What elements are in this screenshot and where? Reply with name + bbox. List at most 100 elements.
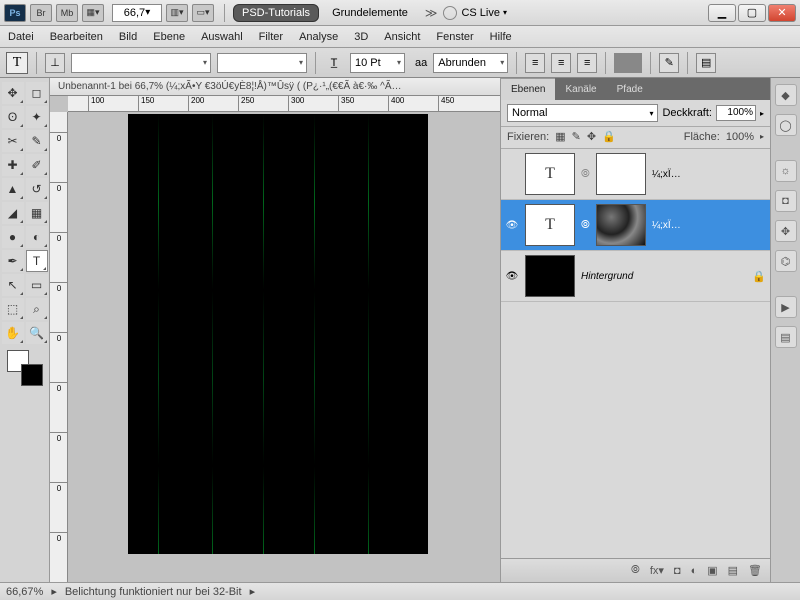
menu-bearbeiten[interactable]: Bearbeiten xyxy=(50,31,103,43)
opacity-input[interactable]: 100% xyxy=(716,105,756,121)
adjustment-layer-icon[interactable]: ◐ xyxy=(691,565,698,577)
layer-name[interactable]: ¼;xÏ… xyxy=(652,169,681,180)
character-panel-button[interactable]: ▤ xyxy=(696,53,716,73)
link-layers-icon[interactable]: ⦾ xyxy=(631,564,640,577)
history-brush-tool[interactable]: ↺ xyxy=(26,178,48,200)
menu-analyse[interactable]: Analyse xyxy=(299,31,338,43)
fill-input[interactable]: 100% xyxy=(726,131,754,143)
document-image[interactable] xyxy=(128,114,428,554)
menu-datei[interactable]: Datei xyxy=(8,31,34,43)
blend-mode-dropdown[interactable]: Normal xyxy=(507,104,658,122)
align-center-button[interactable]: ≡ xyxy=(551,53,571,73)
bridge-button[interactable]: Br xyxy=(30,4,52,22)
tab-pfade[interactable]: Pfade xyxy=(607,78,653,100)
antialias-dropdown[interactable]: Abrunden xyxy=(433,53,508,73)
color-swatches[interactable] xyxy=(7,350,43,386)
visibility-toggle[interactable]: 👁 xyxy=(505,269,519,283)
lock-paint-icon[interactable]: ✎ xyxy=(572,130,581,143)
fill-flyout-icon[interactable]: ▸ xyxy=(760,132,764,141)
brush-tool[interactable]: ✐ xyxy=(26,154,48,176)
menu-bild[interactable]: Bild xyxy=(119,31,137,43)
move-tool[interactable]: ✥ xyxy=(2,82,24,104)
dock-color-icon[interactable]: ◆ xyxy=(775,84,797,106)
path-select-tool[interactable]: ↖ xyxy=(2,274,24,296)
dock-actions-icon[interactable]: ▤ xyxy=(775,326,797,348)
wand-tool[interactable]: ✦ xyxy=(26,106,48,128)
menu-auswahl[interactable]: Auswahl xyxy=(201,31,243,43)
workspace-grundelemente[interactable]: Grundelemente xyxy=(323,4,417,22)
lock-all-icon[interactable]: 🔒 xyxy=(602,130,616,143)
shape-tool[interactable]: ▭ xyxy=(26,274,48,296)
screen-mode-button[interactable]: ▦▾ xyxy=(82,4,104,22)
font-family-dropdown[interactable] xyxy=(71,53,211,73)
layer-mask-thumb[interactable] xyxy=(596,204,646,246)
dodge-tool[interactable]: ◐ xyxy=(26,226,48,248)
3d-camera-tool[interactable]: ⌕ xyxy=(26,298,48,320)
menu-hilfe[interactable]: Hilfe xyxy=(490,31,512,43)
zoom-selector[interactable]: 66,7 ▾ xyxy=(112,4,162,22)
document-tab[interactable]: Unbenannt-1 bei 66,7% (¼;xÃ•Y €3öÚ€yÈ8¦!… xyxy=(50,78,500,96)
status-zoom[interactable]: 66,67% xyxy=(6,586,43,598)
gradient-tool[interactable]: ▦ xyxy=(26,202,48,224)
current-tool-icon[interactable]: T xyxy=(6,52,28,74)
stamp-tool[interactable]: ▲ xyxy=(2,178,24,200)
menu-fenster[interactable]: Fenster xyxy=(436,31,473,43)
eraser-tool[interactable]: ◢ xyxy=(2,202,24,224)
layer-name[interactable]: ¼;xÏ… xyxy=(652,220,681,231)
dock-channels-icon[interactable]: ✥ xyxy=(775,220,797,242)
layer-row[interactable]: T ⦾ ¼;xÏ… xyxy=(501,149,770,200)
opacity-flyout-icon[interactable]: ▸ xyxy=(760,109,764,118)
text-orientation-button[interactable]: ⊥ xyxy=(45,53,65,73)
menu-ansicht[interactable]: Ansicht xyxy=(384,31,420,43)
canvas-viewport[interactable] xyxy=(68,112,500,582)
layer-row[interactable]: 👁 T ⦾ ¼;xÏ… xyxy=(501,200,770,251)
background-color[interactable] xyxy=(21,364,43,386)
visibility-toggle[interactable] xyxy=(505,167,519,181)
pen-tool[interactable]: ✒ xyxy=(2,250,24,272)
align-right-button[interactable]: ≡ xyxy=(577,53,597,73)
new-layer-icon[interactable]: ▤ xyxy=(728,564,738,577)
status-arrow-icon[interactable]: ▸ xyxy=(51,585,57,598)
minibridge-button[interactable]: Mb xyxy=(56,4,78,22)
blur-tool[interactable]: ● xyxy=(2,226,24,248)
crop-tool[interactable]: ✂ xyxy=(2,130,24,152)
layer-row[interactable]: 👁 Hintergrund 🔒 xyxy=(501,251,770,302)
eyedropper-tool[interactable]: ✎ xyxy=(26,130,48,152)
heal-tool[interactable]: ✚ xyxy=(2,154,24,176)
dock-swatches-icon[interactable]: ◯ xyxy=(775,114,797,136)
tab-ebenen[interactable]: Ebenen xyxy=(501,78,555,100)
3d-tool[interactable]: ⬚ xyxy=(2,298,24,320)
text-color-swatch[interactable] xyxy=(614,53,642,73)
align-left-button[interactable]: ≡ xyxy=(525,53,545,73)
close-button[interactable]: ✕ xyxy=(768,4,796,22)
cslive-label[interactable]: CS Live xyxy=(461,7,500,19)
font-style-dropdown[interactable] xyxy=(217,53,307,73)
marquee-tool[interactable]: ◻ xyxy=(26,82,48,104)
view-extras-button[interactable]: ▥▾ xyxy=(166,4,188,22)
type-tool[interactable]: T xyxy=(26,250,48,272)
layer-mask-thumb[interactable] xyxy=(596,153,646,195)
layer-fx-icon[interactable]: fx▾ xyxy=(650,564,664,577)
trash-icon[interactable]: 🗑 xyxy=(748,564,762,577)
layer-thumb-text[interactable]: T xyxy=(525,153,575,195)
layer-thumb-text[interactable]: T xyxy=(525,204,575,246)
zoom-tool[interactable]: 🔍 xyxy=(26,322,48,344)
warp-text-button[interactable]: ✎ xyxy=(659,53,679,73)
workspace-more-icon[interactable]: ≫ xyxy=(425,6,438,20)
layer-name[interactable]: Hintergrund xyxy=(581,271,633,282)
dock-masks-icon[interactable]: ◘ xyxy=(775,190,797,212)
lock-position-icon[interactable]: ✥ xyxy=(587,130,596,143)
dock-history-icon[interactable]: ▶ xyxy=(775,296,797,318)
layer-mask-icon[interactable]: ◘ xyxy=(674,565,681,577)
hand-tool[interactable]: ✋ xyxy=(2,322,24,344)
ruler-vertical[interactable]: 0 0 0 0 0 0 0 0 0 xyxy=(50,112,68,582)
tab-kanaele[interactable]: Kanäle xyxy=(555,78,606,100)
minimize-button[interactable]: ▁ xyxy=(708,4,736,22)
menu-filter[interactable]: Filter xyxy=(259,31,283,43)
status-arrow-icon[interactable]: ▸ xyxy=(250,585,256,598)
maximize-button[interactable]: ▢ xyxy=(738,4,766,22)
group-icon[interactable]: ▣ xyxy=(707,564,717,577)
font-size-dropdown[interactable]: 10 Pt xyxy=(350,53,405,73)
cslive-dropdown-icon[interactable]: ▾ xyxy=(503,8,507,17)
menu-3d[interactable]: 3D xyxy=(354,31,368,43)
